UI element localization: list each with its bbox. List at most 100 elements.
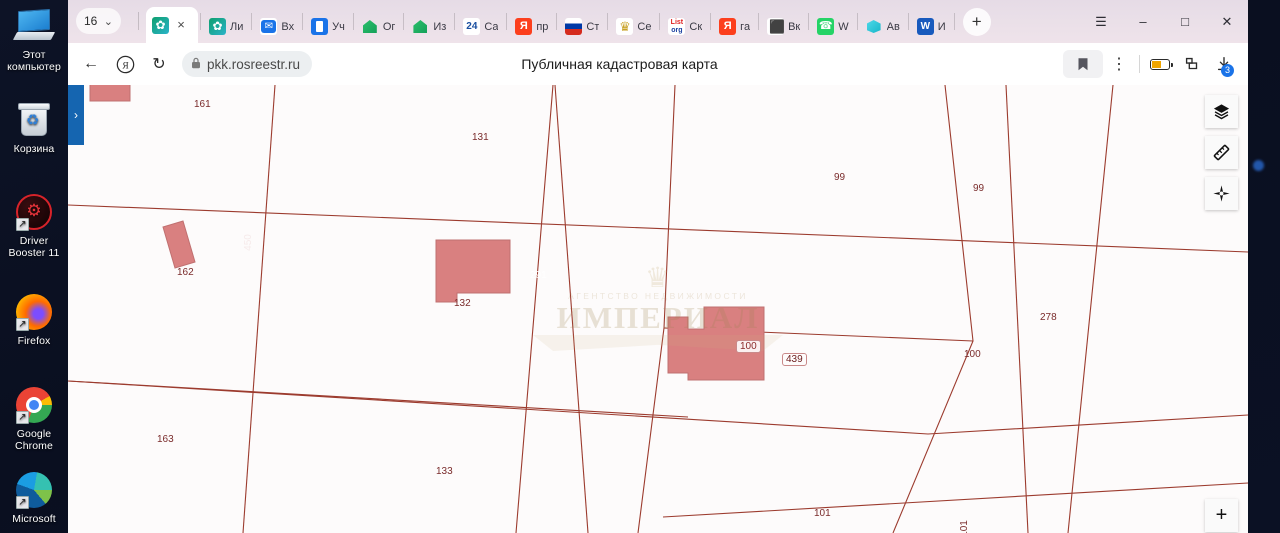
tab-item[interactable]: Ст: [559, 10, 605, 43]
collections-button[interactable]: [1176, 47, 1208, 81]
overflow-menu-button[interactable]: ⋮: [1103, 47, 1135, 81]
divider: [659, 13, 661, 30]
window-controls: ☰ – □ ✕: [1080, 0, 1248, 43]
desktop-icon-this-computer[interactable]: Этот компьютер: [0, 6, 68, 73]
desktop-icon-firefox[interactable]: ↗ Firefox: [0, 292, 68, 347]
tab-item[interactable]: Се: [610, 10, 657, 43]
lock-icon: [191, 57, 201, 72]
zoom-in-button[interactable]: +: [1205, 499, 1238, 532]
chevron-right-icon: ›: [74, 108, 78, 122]
divider: [907, 13, 909, 30]
tab-favicon: List org: [668, 18, 686, 35]
map-pin-label[interactable]: 100: [736, 340, 761, 353]
tab-active[interactable]: ×: [146, 7, 198, 43]
tab-label: Ав: [886, 20, 900, 33]
tab-label: пр: [536, 20, 549, 33]
divider: [953, 13, 955, 30]
parcel-label: 100: [964, 349, 981, 360]
tab-item[interactable]: Ли: [203, 10, 249, 43]
divider: [710, 13, 712, 30]
tab-favicon: Я: [719, 18, 737, 35]
downloads-count-badge: 3: [1221, 64, 1234, 77]
parcel-label: 99: [834, 172, 846, 183]
desktop-icon-recycle-bin[interactable]: ♻ Корзина: [0, 100, 68, 155]
chevron-down-icon[interactable]: ⌄: [99, 15, 117, 28]
new-tab-button[interactable]: +: [962, 7, 991, 36]
divider: [808, 13, 810, 30]
layers-control-button[interactable]: [1205, 95, 1238, 128]
cadastral-map[interactable]: ♛ АГЕНТСТВО НЕДВИЖИМОСТИ ИМПЕРИАЛ 161 13…: [68, 85, 1248, 533]
divider: [758, 13, 760, 30]
bookmark-button[interactable]: [1063, 50, 1103, 78]
desktop-icon-microsoft-edge[interactable]: ↗ Microsoft: [0, 470, 68, 525]
firefox-icon: ↗: [14, 292, 54, 332]
sidebar-toggle[interactable]: ›: [68, 85, 84, 145]
tab-item[interactable]: Уч: [305, 10, 351, 43]
parcel-label: 278: [1040, 312, 1057, 323]
tab-label: И: [937, 20, 946, 33]
tab-item[interactable]: Ог: [356, 10, 402, 43]
tab-favicon: [817, 18, 835, 35]
tab-favicon: W: [916, 18, 934, 35]
measure-control-button[interactable]: [1205, 136, 1238, 169]
hamburger-menu-icon[interactable]: ☰: [1080, 0, 1122, 43]
url-chip[interactable]: pkk.rosreestr.ru: [182, 51, 313, 77]
tab-item[interactable]: List org Ск: [662, 10, 708, 43]
tab-item[interactable]: 24 Са: [457, 10, 504, 43]
tab-label: Вк: [788, 20, 801, 33]
tab-label: Ог: [382, 20, 396, 33]
tab-label: Ли: [230, 20, 244, 33]
parcel-label: 163: [157, 434, 174, 445]
tab-item[interactable]: Вк: [761, 10, 806, 43]
tab-item[interactable]: Я пр: [509, 10, 554, 43]
browser-window: 16 ⌄ × Ли Вх: [68, 0, 1248, 533]
monitor-icon: [12, 6, 56, 46]
reload-button[interactable]: ↻: [142, 47, 176, 81]
driver-booster-icon: ⚙ ↗: [14, 192, 54, 232]
divider: [454, 13, 456, 30]
tab-label: Ст: [586, 20, 600, 33]
desktop-icon-label: Google Chrome: [15, 428, 53, 452]
tab-favicon: Я: [515, 18, 533, 35]
tab-favicon: [311, 18, 329, 35]
battery-indicator[interactable]: [1144, 47, 1176, 81]
downloads-button[interactable]: 3: [1208, 47, 1240, 81]
browser-toolbar: ← Я ↻ pkk.rosreestr.ru Публичная кадастр…: [68, 43, 1248, 85]
tab-item[interactable]: W И: [911, 10, 952, 43]
desktop-icon-label: Firefox: [17, 335, 51, 347]
divider: [200, 13, 201, 30]
desktop-icon-driver-booster[interactable]: ⚙ ↗ Driver Booster 11: [0, 192, 68, 259]
zoom-level-control[interactable]: 16 ⌄: [76, 8, 122, 34]
minimize-button[interactable]: –: [1122, 0, 1164, 43]
favicon-text-2: org: [671, 27, 683, 34]
tab-label: Се: [637, 20, 652, 33]
tab-label: Ск: [689, 20, 703, 33]
divider: [138, 12, 139, 30]
tab-item[interactable]: Я га: [713, 10, 756, 43]
map-vector-layer: [68, 85, 1248, 533]
tab-label: Уч: [332, 20, 345, 33]
tab-item[interactable]: Ав: [860, 10, 906, 43]
tab-item[interactable]: Вх: [254, 10, 300, 43]
divider: [506, 13, 508, 30]
favicon-text: List: [670, 19, 684, 26]
tab-favicon: [152, 16, 169, 34]
tab-item[interactable]: Из: [406, 10, 452, 43]
maximize-button[interactable]: □: [1164, 0, 1206, 43]
back-button[interactable]: ←: [74, 47, 108, 81]
tab-close-icon[interactable]: ×: [173, 18, 189, 32]
tab-item[interactable]: W: [811, 10, 854, 43]
tab-label: Са: [484, 20, 499, 33]
yandex-icon[interactable]: Я: [108, 47, 142, 81]
close-button[interactable]: ✕: [1206, 0, 1248, 43]
desktop-icon-label: Корзина: [13, 143, 55, 155]
address-bar[interactable]: pkk.rosreestr.ru Публичная кадастровая к…: [182, 50, 1057, 78]
yandex-circle-icon: Я: [116, 55, 134, 73]
locate-control-button[interactable]: [1205, 177, 1238, 210]
ruler-icon: [1213, 144, 1230, 161]
edge-icon: ↗: [14, 470, 54, 510]
desktop-icon-google-chrome[interactable]: ↗ Google Chrome: [0, 385, 68, 452]
bookmark-icon: [1078, 57, 1088, 70]
building-label: 291: [530, 270, 547, 281]
parcel-label: 101: [814, 508, 831, 519]
